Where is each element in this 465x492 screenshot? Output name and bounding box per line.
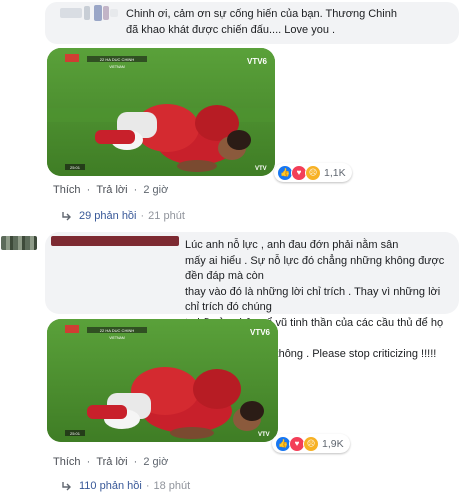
censored-author-name	[110, 9, 118, 17]
comment-photo[interactable]: 22 HA DUC CHINH VIETNAM VTV6 25:01 VTV	[47, 319, 278, 442]
censored-author-name	[60, 8, 82, 18]
scorebug-sublabel: VIETNAM	[109, 336, 125, 340]
censored-author-name	[51, 236, 179, 246]
separator-dot: ·	[86, 456, 91, 468]
channel-watermark: VTV	[258, 432, 270, 438]
comment-actions: Thích · Trả lời · 2 giờ	[53, 456, 168, 468]
comment-actions: Thích · Trả lời · 2 giờ	[53, 184, 168, 196]
reaction-count: 1,9K	[322, 437, 344, 450]
scorebug-label: 22 HA DUC CHINH	[100, 328, 135, 333]
reply-link[interactable]: Trả lời	[96, 456, 127, 468]
reply-timestamp: 21 phút	[148, 210, 185, 222]
sad-icon: ☹	[305, 164, 321, 181]
censored-author-name	[94, 5, 102, 21]
censored-author-name	[84, 6, 90, 20]
replies-count[interactable]: 110 phản hồi	[79, 480, 142, 492]
channel-watermark: VTV	[255, 166, 267, 172]
timestamp[interactable]: 2 giờ	[143, 456, 168, 468]
comment-photo[interactable]: 22 HA DUC CHINH VIETNAM VTV6 25:01 VTV	[47, 48, 275, 176]
like-link[interactable]: Thích	[53, 184, 81, 196]
comment-text: Chinh ơi, cảm ơn sự cống hiến của bạn. T…	[126, 8, 397, 36]
view-replies-link[interactable]: 29 phản hồi · 21 phút	[61, 210, 185, 222]
channel-logo: VTV6	[250, 328, 271, 337]
scorebug-label: 22 HA DUC CHINH	[100, 57, 135, 62]
match-clock: 25:01	[70, 165, 81, 170]
separator-dot: ·	[86, 184, 91, 196]
scorebug-sublabel: VIETNAM	[109, 65, 125, 69]
match-clock: 25:01	[70, 431, 81, 436]
reply-link[interactable]: Trả lời	[96, 184, 127, 196]
avatar[interactable]	[1, 236, 37, 250]
reactions-summary[interactable]: 👍 ♥ ☹ 1,1K	[274, 163, 352, 182]
separator-dot: ·	[133, 184, 138, 196]
reaction-count: 1,1K	[324, 166, 346, 179]
reply-arrow-icon	[62, 212, 71, 221]
separator-dot: ·	[133, 456, 138, 468]
like-link[interactable]: Thích	[53, 456, 81, 468]
timestamp[interactable]: 2 giờ	[143, 184, 168, 196]
reply-timestamp: 18 phút	[153, 480, 191, 492]
sad-icon: ☹	[303, 435, 319, 452]
replies-count[interactable]: 29 phản hồi	[79, 210, 137, 222]
channel-logo: VTV6	[247, 57, 268, 66]
reply-arrow-icon	[62, 482, 71, 491]
censored-author-name	[103, 6, 109, 20]
reactions-summary[interactable]: 👍 ♥ ☹ 1,9K	[272, 434, 350, 453]
separator-dot: ·	[145, 480, 150, 492]
view-replies-link[interactable]: 110 phản hồi · 18 phút	[61, 480, 190, 492]
separator-dot: ·	[140, 210, 145, 222]
